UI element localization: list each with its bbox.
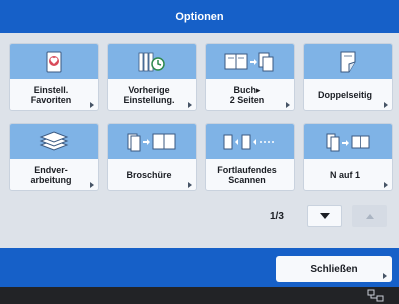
option-favorites-label: Einstell. Favoriten <box>30 85 72 105</box>
previous-settings-icon <box>138 52 165 71</box>
finishing-stack-icon <box>39 130 69 151</box>
more-arrow-icon <box>90 102 94 108</box>
option-n-on-1[interactable]: N auf 1 <box>303 123 393 191</box>
option-continuous-scan-label: Fortlaufendes Scannen <box>217 165 277 185</box>
close-button[interactable]: Schließen <box>276 256 392 282</box>
network-status-icon <box>367 289 384 302</box>
book-to-two-pages-icon <box>224 52 274 71</box>
option-finishing-label: Endver- arbeitung <box>30 165 72 185</box>
n-on-1-icon <box>326 133 370 151</box>
dialog-footer: Schließen <box>0 248 399 287</box>
dialog-title: Optionen <box>0 0 399 33</box>
option-book-two-pages-label: Buch▸ 2 Seiten <box>229 85 265 105</box>
previous-page-button[interactable] <box>352 205 387 227</box>
option-duplex-label: Doppelseitig <box>317 90 372 100</box>
continuous-scan-icon <box>223 134 276 149</box>
option-book-two-pages[interactable]: Buch▸ 2 Seiten <box>205 43 295 111</box>
status-bar <box>0 287 399 304</box>
option-booklet[interactable]: Broschüre <box>107 123 197 191</box>
more-arrow-icon <box>90 182 94 188</box>
booklet-icon <box>127 133 176 151</box>
more-arrow-icon <box>188 182 192 188</box>
chevron-up-icon <box>365 213 374 219</box>
dialog-title-text: Optionen <box>175 10 224 23</box>
option-duplex[interactable]: Doppelseitig <box>303 43 393 111</box>
option-previous-settings[interactable]: Vorherige Einstellung. <box>107 43 197 111</box>
favorites-heart-icon <box>46 51 62 72</box>
more-arrow-icon <box>384 182 388 188</box>
option-finishing[interactable]: Endver- arbeitung <box>9 123 99 191</box>
chevron-down-icon <box>319 213 330 219</box>
more-arrow-icon <box>383 273 387 279</box>
duplex-icon <box>340 51 356 72</box>
option-n-on-1-label: N auf 1 <box>329 170 360 180</box>
more-arrow-icon <box>188 102 192 108</box>
pagination: 1/3 <box>0 205 399 231</box>
option-previous-settings-label: Vorherige Einstellung. <box>123 85 175 105</box>
options-grid: Einstell. Favoriten Vorherige Einstellun… <box>9 43 393 193</box>
option-booklet-label: Broschüre <box>126 170 172 180</box>
option-continuous-scan[interactable]: Fortlaufendes Scannen <box>205 123 295 191</box>
more-arrow-icon <box>286 102 290 108</box>
options-panel: Einstell. Favoriten Vorherige Einstellun… <box>0 33 399 248</box>
close-button-label: Schließen <box>310 263 358 275</box>
next-page-button[interactable] <box>307 205 342 227</box>
page-indicator: 1/3 <box>270 211 284 222</box>
option-favorites[interactable]: Einstell. Favoriten <box>9 43 99 111</box>
more-arrow-icon <box>384 102 388 108</box>
